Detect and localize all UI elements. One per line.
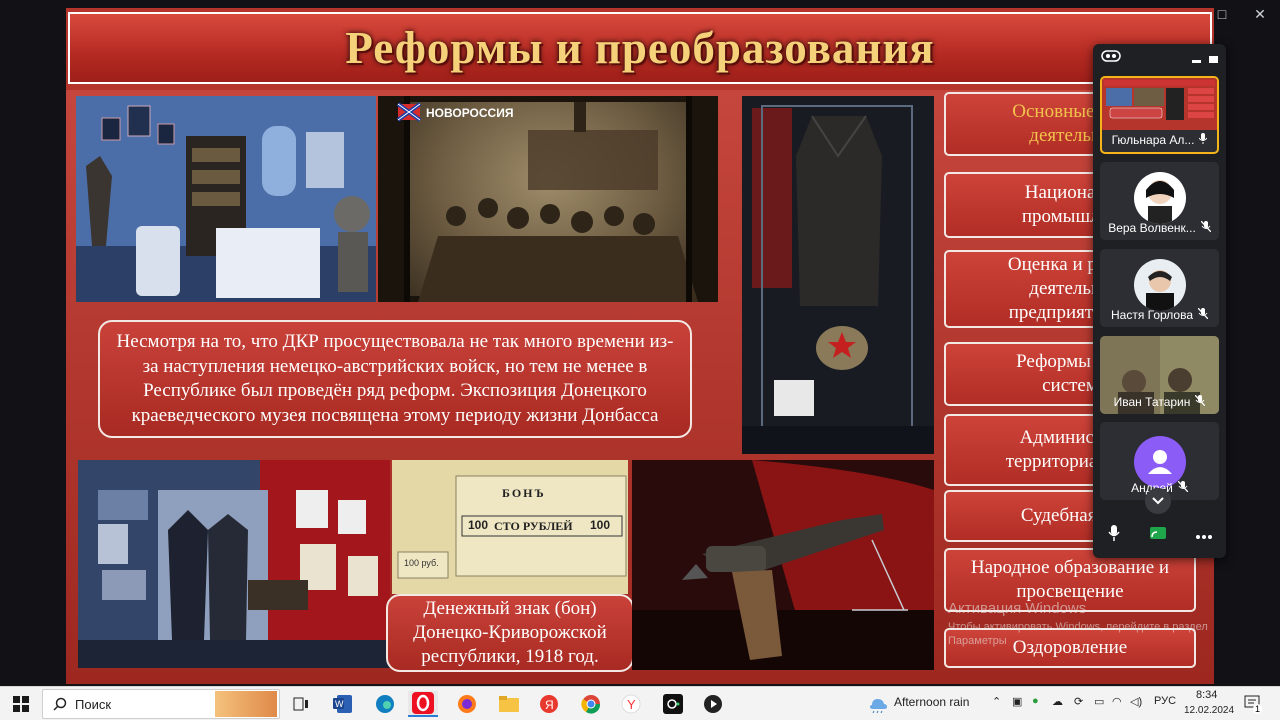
photo-coat-display — [742, 96, 934, 454]
participant-avatar — [1134, 259, 1186, 311]
slide-title-bar: Реформы и преобразования — [68, 12, 1212, 84]
search-placeholder: Поиск — [75, 697, 112, 712]
media-player-icon[interactable] — [698, 691, 728, 717]
shared-screen-thumbnail — [1102, 78, 1217, 130]
opera-icon[interactable] — [408, 691, 438, 717]
firefox-icon[interactable] — [452, 691, 482, 717]
mic-muted-icon — [1200, 220, 1212, 235]
participant-tile-4[interactable]: Иван Татарин — [1100, 336, 1219, 414]
participant-tile-1[interactable]: Гюльнара Ал... — [1100, 76, 1219, 154]
photo-pistol-display — [632, 460, 934, 670]
svg-text:Я: Я — [545, 698, 554, 712]
photo-museum-room — [76, 96, 376, 302]
topic-button-health[interactable]: Оздоровление — [944, 628, 1196, 668]
participant-name: Иван Татарин — [1113, 395, 1191, 409]
yandex-icon[interactable]: Y — [616, 691, 646, 717]
word-icon[interactable]: W — [328, 691, 358, 717]
more-options-icon[interactable] — [1195, 526, 1212, 544]
screen-share-view: Реформы и преобразования НОВОРОССИЯ Несм… — [0, 0, 1280, 686]
tray-sync-icon[interactable]: ⟳ — [1074, 695, 1083, 708]
meeting-logo-icon — [1101, 49, 1121, 68]
banknote-stub: 100 руб. — [404, 558, 439, 568]
windows-logo-icon — [13, 696, 29, 712]
participant-name-row: Гюльнара Ал... — [1106, 133, 1213, 147]
search-highlight-image — [215, 691, 277, 717]
volume-icon[interactable]: ◁) — [1130, 695, 1142, 708]
main-description-box: Несмотря на то, что ДКР просуществовала … — [98, 320, 692, 438]
weather-icon[interactable] — [868, 695, 888, 718]
start-button[interactable] — [6, 691, 36, 717]
minimize-panel-icon[interactable] — [1192, 59, 1201, 63]
scroll-down-button[interactable] — [1145, 488, 1171, 514]
main-description-text: Несмотря на то, что ДКР просуществовала … — [116, 331, 674, 426]
svg-text:W: W — [335, 699, 344, 709]
banknote-caption-box: Денежный знак (бон) Донецко-Криворожской… — [386, 594, 634, 672]
photo-banknote: БОНЪ СТО РУБЛЕЙ 100 100 100 руб. — [392, 460, 628, 594]
battery-icon[interactable]: ▭ — [1094, 695, 1104, 708]
video-app-icon[interactable] — [658, 691, 688, 717]
notification-count: 1 — [1253, 704, 1263, 714]
file-explorer-icon[interactable] — [494, 691, 524, 717]
photo-museum-hall — [78, 460, 390, 668]
participant-name: Гюльнара Ал... — [1111, 133, 1195, 147]
meeting-controls — [1093, 520, 1226, 550]
presentation-slide: Реформы и преобразования НОВОРОССИЯ Несм… — [66, 8, 1214, 684]
search-icon — [53, 697, 67, 716]
participant-tile-3[interactable]: Настя Горлова — [1100, 249, 1219, 327]
cloud-icon[interactable]: ☁ — [1052, 695, 1063, 708]
tray-expand-icon[interactable]: ⌃ — [992, 695, 1001, 708]
mic-on-icon — [1199, 133, 1208, 147]
screen-share-button[interactable] — [1149, 526, 1167, 545]
expand-panel-icon[interactable] — [1209, 55, 1218, 63]
crowd-photo-logo: НОВОРОССИЯ — [426, 106, 514, 120]
tray-green-icon[interactable]: ● — [1032, 695, 1039, 707]
mic-muted-icon — [1177, 480, 1189, 495]
clock-time[interactable]: 8:34 — [1196, 689, 1217, 701]
participant-name: Настя Горлова — [1110, 308, 1194, 322]
weather-text[interactable]: Afternoon rain — [894, 695, 969, 709]
banknote-number-right: 100 — [590, 518, 611, 532]
wifi-icon[interactable]: ◠ — [1112, 695, 1122, 708]
meeting-participants-panel: Гюльнара Ал... Вера Волвенк... Настя Гор… — [1093, 44, 1226, 558]
language-indicator[interactable]: РУС — [1154, 695, 1176, 707]
chevron-down-icon — [1152, 492, 1164, 510]
yandex-browser-icon[interactable]: Я — [534, 691, 564, 717]
edge-icon[interactable] — [370, 691, 400, 717]
slide-title: Реформы и преобразования — [345, 23, 935, 73]
close-button[interactable]: ✕ — [1246, 4, 1274, 24]
clock-date[interactable]: 12.02.2024 — [1184, 705, 1234, 716]
banknote-header: БОНЪ — [502, 486, 546, 500]
task-view-icon[interactable] — [286, 691, 316, 717]
participant-avatar — [1134, 172, 1186, 224]
participant-name-row: Вера Волвенк... — [1104, 220, 1215, 235]
participant-name-row: Иван Татарин — [1104, 394, 1215, 409]
taskbar-search-box[interactable]: Поиск — [42, 689, 280, 719]
svg-text:Y: Y — [627, 697, 636, 712]
taskbar: Поиск W Я Y Afternoon rain ⌃ ▣ ● ☁ ⟳ ▭ ◠… — [0, 686, 1280, 720]
mic-muted-icon — [1197, 307, 1209, 322]
restore-button[interactable]: □ — [1208, 4, 1236, 24]
photo-crowd-historical: НОВОРОССИЯ — [378, 96, 718, 302]
banknote-number-left: 100 — [468, 518, 489, 532]
participant-name: Вера Волвенк... — [1108, 221, 1196, 235]
tray-app-icon[interactable]: ▣ — [1012, 695, 1022, 708]
participant-name-row: Настя Горлова — [1104, 307, 1215, 322]
participant-tile-2[interactable]: Вера Волвенк... — [1100, 162, 1219, 240]
banknote-caption: Денежный знак (бон) Донецко-Криворожской… — [413, 598, 607, 667]
microphone-button[interactable] — [1107, 524, 1120, 546]
chrome-icon[interactable] — [576, 691, 606, 717]
mic-muted-icon — [1194, 394, 1206, 409]
meeting-panel-header — [1093, 44, 1226, 72]
notification-button[interactable]: 1 — [1244, 694, 1263, 715]
banknote-denomination: СТО РУБЛЕЙ — [494, 519, 573, 533]
